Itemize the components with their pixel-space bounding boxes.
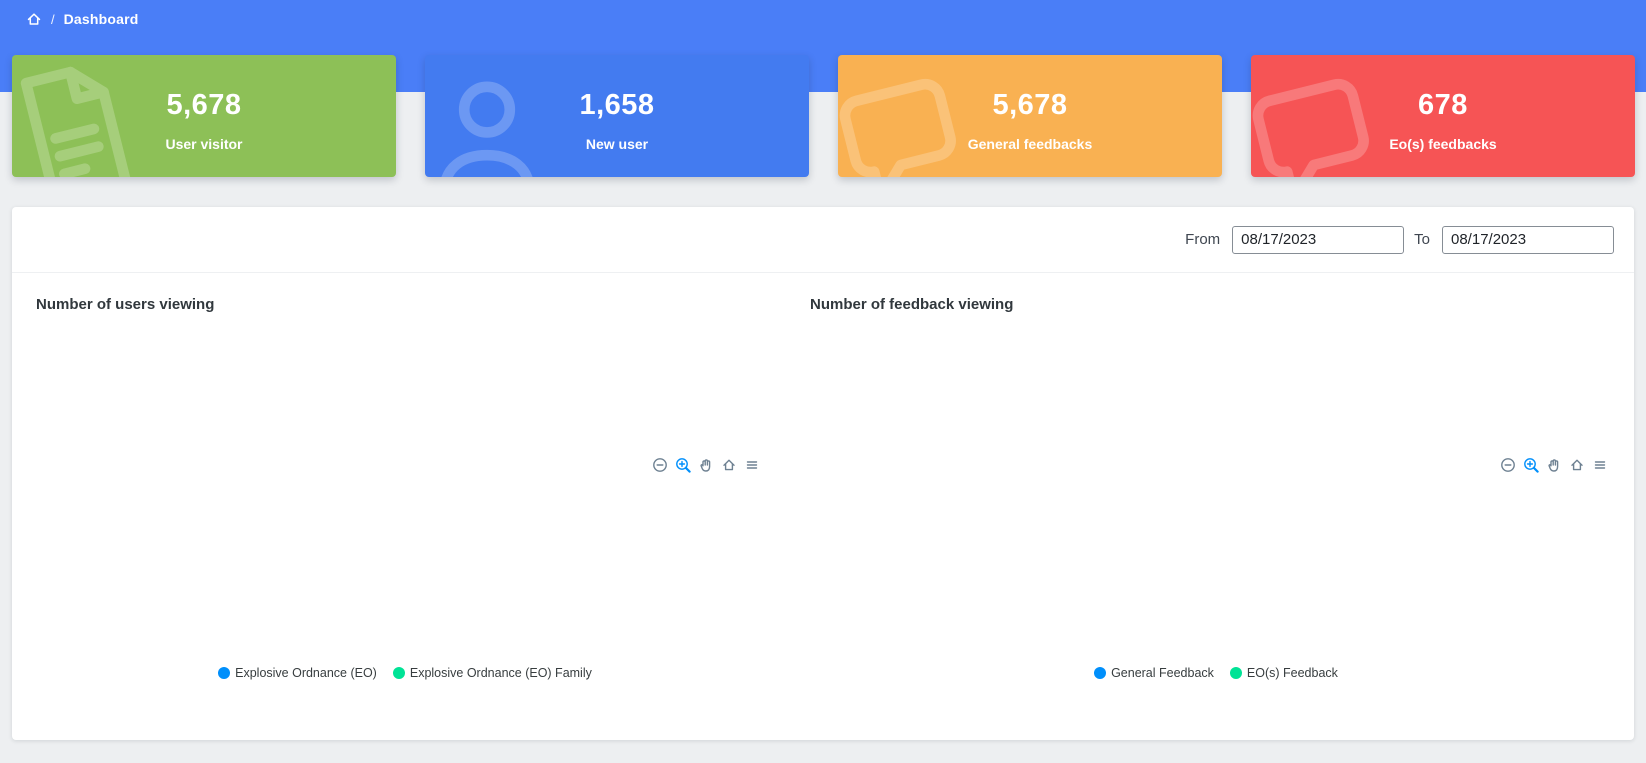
user-icon — [425, 61, 563, 177]
charts-panel: From To Number of users viewing 34333231… — [12, 207, 1634, 740]
legend-marker — [1094, 667, 1106, 679]
legend-marker — [218, 667, 230, 679]
home-icon[interactable] — [721, 457, 737, 473]
chart-feedback-viewing: Number of feedback viewing 3534333231302… — [798, 274, 1634, 740]
legend-marker — [393, 667, 405, 679]
breadcrumb-current[interactable]: Dashboard — [64, 11, 139, 27]
from-label: From — [1185, 231, 1220, 248]
chat-bubble-icon — [1251, 55, 1405, 177]
chat-bubble-icon — [838, 55, 992, 177]
chart-toolbar: 343332313029Feb '1210 Feb20 FebMar '1210… — [645, 295, 760, 635]
legend-item[interactable]: EO(s) Feedback — [1230, 666, 1338, 680]
to-label: To — [1414, 231, 1430, 248]
chart-canvas[interactable] — [798, 322, 1098, 472]
legend-label: EO(s) Feedback — [1247, 666, 1338, 680]
stat-card-user-visitor: 5,678 User visitor — [12, 55, 396, 177]
date-filter-bar: From To — [12, 207, 1634, 273]
zoom-out-icon[interactable] — [652, 457, 668, 473]
legend-label: Explosive Ordnance (EO) Family — [410, 666, 592, 680]
chart-legend: General Feedback EO(s) Feedback — [798, 666, 1634, 680]
to-date-input[interactable] — [1442, 226, 1614, 254]
legend-label: General Feedback — [1111, 666, 1214, 680]
charts-row: Number of users viewing 343332313029Feb … — [12, 274, 1634, 740]
chart-legend: Explosive Ordnance (EO) Explosive Ordnanc… — [24, 666, 786, 680]
legend-item[interactable]: General Feedback — [1094, 666, 1214, 680]
pan-icon[interactable] — [1546, 457, 1562, 473]
legend-item[interactable]: Explosive Ordnance (EO) — [218, 666, 377, 680]
from-date-input[interactable] — [1232, 226, 1404, 254]
file-text-icon — [12, 55, 166, 177]
stat-card-eos-feedbacks: 678 Eo(s) feedbacks — [1251, 55, 1635, 177]
selection-zoom-icon[interactable] — [1523, 457, 1539, 473]
chart-toolbar: 35343332313029Feb '1210 Feb20 FebMar '12… — [1493, 295, 1608, 635]
legend-item[interactable]: Explosive Ordnance (EO) Family — [393, 666, 592, 680]
chart-title: Number of feedback viewing — [810, 296, 1013, 313]
stat-card-new-user: 1,658 New user — [425, 55, 809, 177]
selection-zoom-icon[interactable] — [675, 457, 691, 473]
legend-marker — [1230, 667, 1242, 679]
chart-title: Number of users viewing — [36, 296, 214, 313]
menu-icon[interactable] — [1592, 457, 1608, 473]
chart-users-viewing: Number of users viewing 343332313029Feb … — [24, 274, 786, 740]
zoom-out-icon[interactable] — [1500, 457, 1516, 473]
home-icon[interactable] — [26, 11, 42, 27]
stat-card-general-feedbacks: 5,678 General feedbacks — [838, 55, 1222, 177]
legend-label: Explosive Ordnance (EO) — [235, 666, 377, 680]
menu-icon[interactable] — [744, 457, 760, 473]
breadcrumb-separator: / — [51, 12, 55, 27]
breadcrumb: / Dashboard — [26, 11, 139, 27]
chart-canvas[interactable] — [24, 322, 324, 472]
home-icon[interactable] — [1569, 457, 1585, 473]
pan-icon[interactable] — [698, 457, 714, 473]
